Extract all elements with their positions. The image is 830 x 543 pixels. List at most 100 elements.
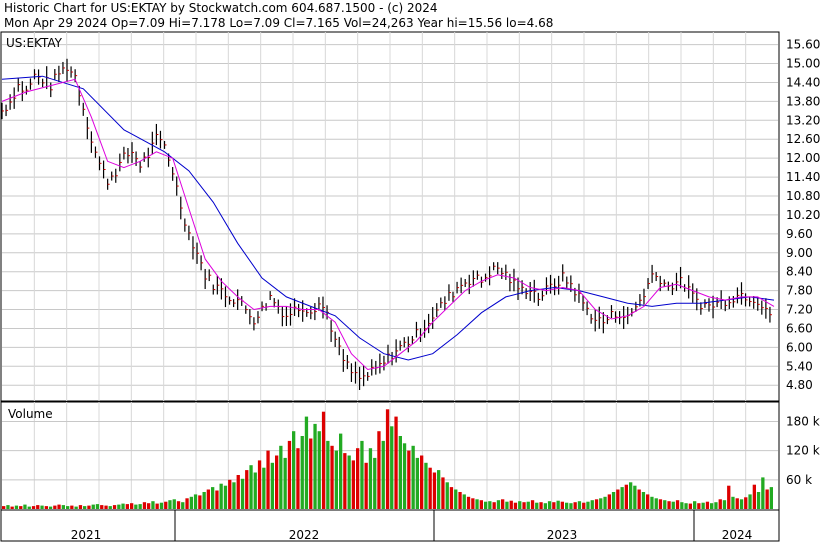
volume-bar [168,500,172,509]
volume-bar [530,500,535,509]
volume-bar [19,506,23,509]
volume-bar [552,502,556,509]
volume-bar [603,496,607,509]
volume-bar [509,500,513,509]
volume-bar [727,485,731,509]
price-tick-label: 15.60 [786,38,820,52]
volume-bar [518,501,522,509]
volume-bar [752,484,756,509]
volume-bar [57,504,61,509]
price-tick-label: 15.00 [786,57,820,71]
volume-bar [360,440,364,509]
price-tick-label: 10.20 [786,208,820,222]
volume-bar [228,479,232,509]
volume-bar [219,483,223,509]
volume-bar [130,503,134,509]
volume-bar [125,504,129,509]
volume-bar [492,502,496,509]
year-label-2024: 2024 [722,528,753,542]
volume-bar [95,504,100,509]
volume-bar [185,498,189,509]
volume-bar [586,501,590,509]
volume-tick-label: 60 k [786,473,812,487]
volume-bar [731,496,735,509]
volume-bar [543,503,547,509]
price-tick-label: 9.60 [786,227,813,241]
volume-bar [10,506,14,509]
volume-bar [466,496,471,509]
volume-bar [155,503,159,509]
volume-bar [407,450,411,509]
volume-bar [356,448,360,509]
volume-bar [675,500,680,509]
price-tick-label: 8.40 [786,265,813,279]
volume-bar [513,502,518,509]
volume-bar [594,499,599,509]
volume-bar [249,465,253,509]
volume-bar [556,500,560,509]
volume-bar [522,502,526,509]
price-axis-labels: 4.80 5.40 6.00 6.60 7.20 7.80 8.40 9.00 9.60 10.2… [786,38,820,393]
volume-bar [667,501,671,509]
volume-bar [66,506,70,509]
volume-bar [658,499,663,509]
volume-bar [437,470,441,509]
year-label-2023: 2023 [547,528,578,542]
price-tick-label: 12.00 [786,151,820,165]
volume-bar [505,501,509,509]
volume-bar [445,482,449,510]
volume-bar [526,501,530,509]
volume-bar [292,431,296,509]
volume-bar [270,462,274,509]
volume-bar [198,495,202,509]
volume-bar [663,500,667,509]
volume-bar [202,492,206,509]
volume-bar [398,436,402,509]
volume-bar [377,431,381,509]
volume-bar [236,475,240,509]
volume-bar [343,453,347,509]
volume-bar [317,431,321,509]
volume-bar [650,496,654,509]
volume-bar [697,503,701,509]
volume-bar [206,489,210,509]
volume-bar [432,472,437,509]
volume-bar [27,506,31,509]
volume-bar [223,485,228,509]
price-tick-label: 6.00 [786,340,813,354]
volume-bar [616,489,620,509]
volume-bar [74,506,78,509]
volume-bar [607,494,611,509]
volume-bar [420,455,424,509]
volume-bar [394,416,398,509]
volume-bar [646,494,650,509]
volume-bar [599,498,603,509]
volume-bar [108,506,112,509]
volume-bar [569,503,573,509]
volume-bar [164,501,168,509]
volume-bar [620,487,624,509]
volume-bar [23,504,27,509]
price-tick-label: 6.60 [786,321,813,335]
volume-bar [283,457,287,509]
volume-bar [756,492,761,509]
volume-bar [718,499,722,509]
volume-bar [611,492,616,509]
volume-bar [61,505,65,509]
price-tick-label: 13.80 [786,94,820,108]
volume-axis-labels: 60 k 120 k 180 k [786,414,820,486]
volume-bar [193,494,198,509]
volume-bar [769,487,773,509]
price-tick-label: 12.60 [786,132,820,146]
volume-bar [654,498,658,509]
volume-bar [91,504,95,509]
volume-bar [479,500,483,509]
price-tick-label: 9.00 [786,246,813,260]
volume-bar [330,445,334,509]
volume-bar [402,443,407,509]
volume-bar [739,499,744,509]
volume-bar [339,433,343,509]
volume-bar [637,489,641,509]
volume-bar [53,505,57,509]
volume-bar [633,485,637,509]
